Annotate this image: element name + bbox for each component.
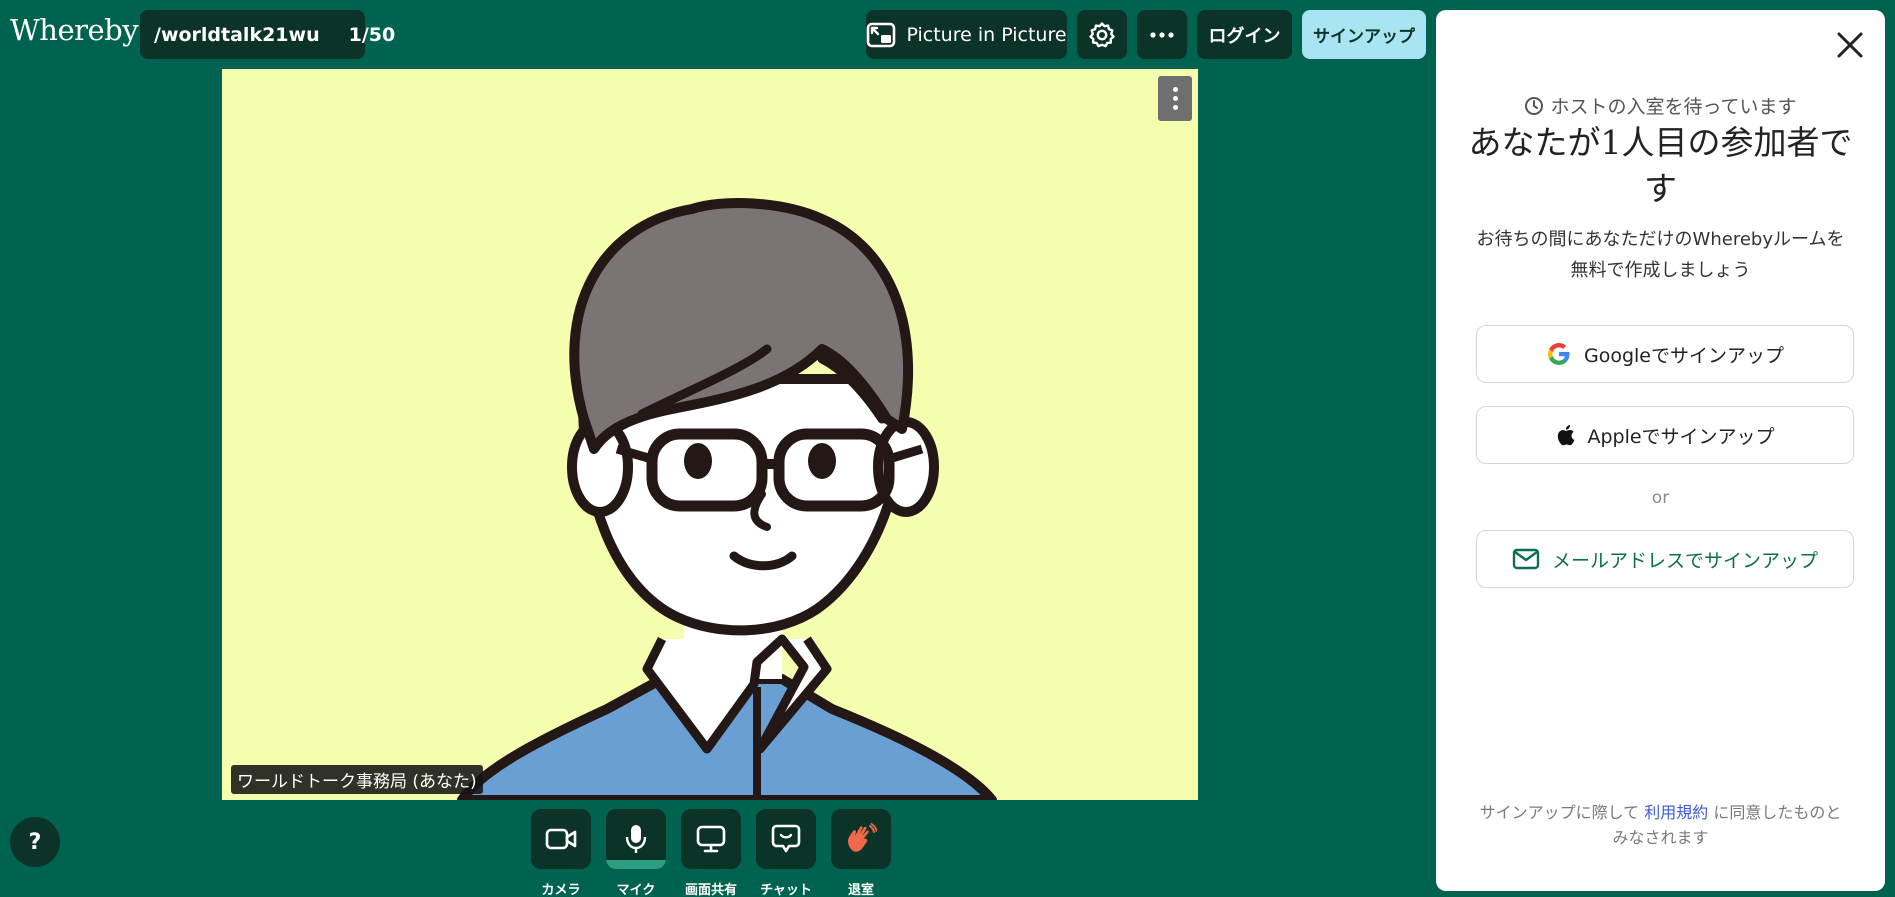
google-signup-button[interactable]: Googleでサインアップ <box>1476 325 1854 383</box>
self-video-tile: ワールドトーク事務局 (あなた) <box>222 69 1198 800</box>
avatar-illustration <box>457 198 997 800</box>
mic-button-box[interactable] <box>606 809 666 869</box>
waiting-for-host-line: ホストの入室を待っています <box>1436 92 1885 119</box>
leave-button[interactable]: 退室 <box>831 809 891 897</box>
panel-subtext: お待ちの間にあなただけのWherebyルームを無料で作成しましょう <box>1476 229 1845 281</box>
screen-share-icon <box>696 825 726 853</box>
chat-button[interactable]: チャット <box>756 809 816 897</box>
close-icon[interactable] <box>1833 28 1867 62</box>
apple-signup-button[interactable]: Appleでサインアップ <box>1476 406 1854 464</box>
picture-in-picture-button[interactable]: Picture in Picture <box>866 10 1067 59</box>
mic-label: マイク <box>616 883 656 897</box>
help-button[interactable]: ? <box>10 817 60 867</box>
google-logo-icon <box>1547 343 1570 365</box>
video-camera-icon <box>545 828 577 850</box>
share-label: 画面共有 <box>684 883 737 897</box>
whereby-logo[interactable]: Whereby <box>10 13 139 47</box>
apple-logo-icon <box>1558 425 1575 446</box>
camera-button-box[interactable] <box>531 809 591 869</box>
terms-prefix: サインアップに際して <box>1479 803 1640 822</box>
pip-label: Picture in Picture <box>906 23 1067 46</box>
leave-label: 退室 <box>847 883 874 897</box>
terms-of-service-link[interactable]: 利用規約 <box>1644 803 1708 822</box>
menu-dot <box>1172 105 1178 110</box>
more-horizontal-icon <box>1150 31 1174 38</box>
mic-level-indicator <box>606 860 666 869</box>
email-signup-button[interactable]: メールアドレスでサインアップ <box>1476 530 1854 588</box>
signup-button[interactable]: サインアップ <box>1302 10 1426 59</box>
whereby-room: Whereby /worldtalk21wu 1/50 Picture in P… <box>0 0 1895 897</box>
share-button-box[interactable] <box>681 809 741 869</box>
room-info-pill[interactable]: /worldtalk21wu 1/50 <box>140 10 395 59</box>
camera-toggle-button[interactable]: カメラ <box>531 809 591 897</box>
chat-label: チャット <box>760 883 812 897</box>
terms-notice: サインアップに際して 利用規約 に同意したものとみなされます <box>1472 800 1849 850</box>
apple-signup-label: Appleでサインアップ <box>1587 425 1775 448</box>
participant-name-label: ワールドトーク事務局 (あなた) <box>231 765 483 794</box>
video-tile-menu-button[interactable] <box>1158 76 1192 121</box>
microphone-icon <box>625 825 647 853</box>
menu-dot <box>1172 96 1178 101</box>
chat-bubble-icon <box>771 824 801 853</box>
email-signup-label: メールアドレスでサインアップ <box>1551 549 1818 572</box>
leave-button-box[interactable] <box>831 809 891 869</box>
more-options-button[interactable] <box>1137 10 1187 59</box>
settings-button[interactable] <box>1077 10 1127 59</box>
picture-in-picture-icon <box>867 22 896 47</box>
google-signup-label: Googleでサインアップ <box>1583 344 1784 367</box>
gear-icon <box>1089 21 1115 47</box>
login-button[interactable]: ログイン <box>1197 10 1292 59</box>
room-name: /worldtalk21wu <box>154 23 320 46</box>
clock-icon <box>1525 97 1544 115</box>
waving-hand-icon <box>848 823 877 852</box>
envelope-icon <box>1512 548 1540 570</box>
participant-count: 1/50 <box>348 23 396 46</box>
signup-panel: ホストの入室を待っています あなたが1人目の参加者です お待ちの間にあなただけの… <box>1436 10 1885 891</box>
screen-share-button[interactable]: 画面共有 <box>681 809 741 897</box>
waiting-text: ホストの入室を待っています <box>1550 96 1797 118</box>
microphone-toggle-button[interactable]: マイク <box>606 809 666 897</box>
or-divider: or <box>1651 488 1670 508</box>
menu-dot <box>1172 87 1178 92</box>
panel-headline: あなたが1人目の参加者です <box>1468 123 1853 208</box>
chat-button-box[interactable] <box>756 809 816 869</box>
camera-label: カメラ <box>541 883 581 897</box>
